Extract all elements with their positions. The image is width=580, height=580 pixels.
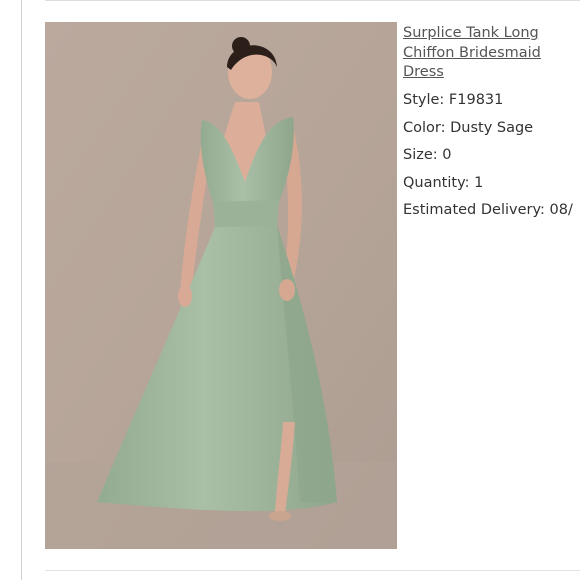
product-photo-image <box>45 22 397 549</box>
bottom-divider <box>45 570 580 571</box>
left-divider <box>21 0 22 580</box>
estimated-delivery: Estimated Delivery: 08/ <box>403 202 573 218</box>
product-color: Color: Dusty Sage <box>403 119 534 136</box>
top-divider <box>45 0 580 1</box>
product-photo[interactable] <box>45 22 397 549</box>
product-style: Style: F19831 <box>403 92 504 108</box>
product-details: Surplice Tank Long Chiffon Bridesmaid Dr… <box>403 22 580 220</box>
product-quantity: Quantity: 1 <box>403 174 484 191</box>
product-name-link[interactable]: Surplice Tank Long Chiffon Bridesmaid Dr… <box>403 24 563 83</box>
product-size: Size: 0 <box>403 147 452 163</box>
